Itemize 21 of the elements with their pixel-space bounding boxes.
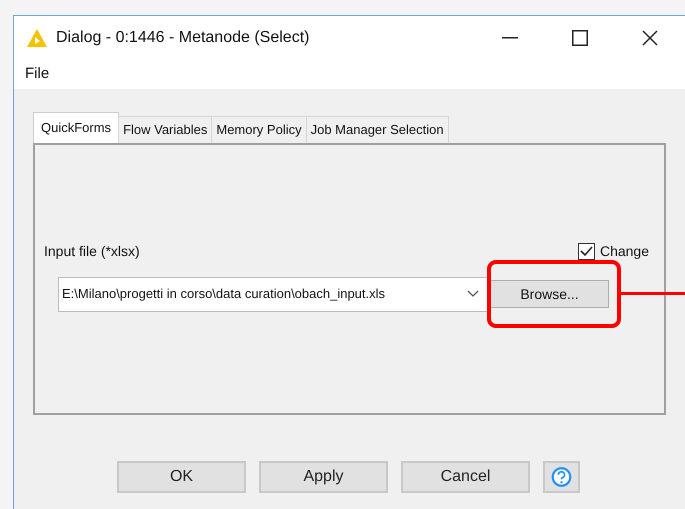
ok-button[interactable]: OK <box>117 460 246 492</box>
checkbox[interactable] <box>578 242 595 260</box>
tab[interactable]: QuickForms <box>33 112 120 142</box>
maximize-icon[interactable] <box>572 30 588 46</box>
checkbox-label: Change <box>600 242 649 261</box>
chevron-down-icon <box>467 290 479 298</box>
close-icon[interactable] <box>642 30 658 46</box>
apply-button[interactable]: Apply <box>259 460 388 492</box>
help-button[interactable] <box>543 460 580 492</box>
file-dropdown[interactable]: E:\Milano\progetti in corso\data curation\obach_input.xls <box>58 276 488 312</box>
menu-item[interactable]: File <box>25 63 50 86</box>
tab[interactable]: Job Manager Selection <box>306 116 449 142</box>
browse-button[interactable]: Browse... <box>490 280 609 308</box>
app-icon <box>26 28 48 48</box>
help-icon <box>551 464 572 488</box>
field-label: Input file (*xlsx) <box>44 242 140 261</box>
cancel-button[interactable]: Cancel <box>401 460 530 492</box>
window-title: Dialog - 0:1446 - Metanode (Select) <box>56 28 310 48</box>
tab[interactable]: Flow Variables <box>118 116 212 142</box>
minimize-icon[interactable] <box>502 37 518 39</box>
leader-line <box>620 292 685 295</box>
